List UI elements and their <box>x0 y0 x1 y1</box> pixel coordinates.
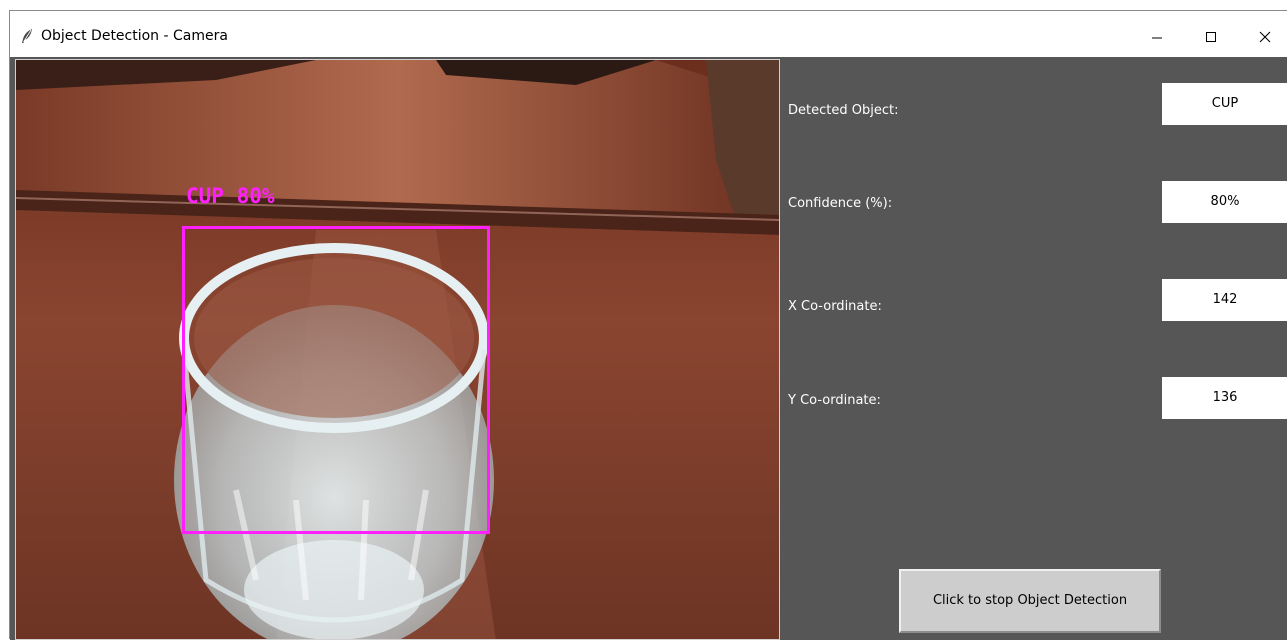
detection-overlay-label: CUP 80% <box>186 184 275 208</box>
feather-icon <box>22 29 32 43</box>
camera-feed: CUP 80% <box>15 59 780 640</box>
close-icon <box>1259 31 1271 43</box>
confidence-value: 80% <box>1162 181 1287 223</box>
stop-detection-button[interactable]: Click to stop Object Detection <box>899 569 1161 633</box>
close-button[interactable] <box>1242 21 1287 53</box>
title-bar[interactable]: Object Detection - Camera <box>10 11 1287 57</box>
app-window: Object Detection - Camera CUP 80% Detect… <box>9 10 1287 640</box>
confidence-label: Confidence (%): <box>788 196 893 211</box>
y-coordinate-value: 136 <box>1162 377 1287 419</box>
main-panel: CUP 80% Detected Object: CUP Confidence … <box>10 57 1287 640</box>
maximize-button[interactable] <box>1188 21 1234 53</box>
minimize-icon <box>1152 37 1162 39</box>
minimize-button[interactable] <box>1134 21 1180 53</box>
x-coordinate-value: 142 <box>1162 279 1287 321</box>
window-title: Object Detection - Camera <box>41 28 228 44</box>
detection-bounding-box <box>182 226 490 534</box>
detected-object-label: Detected Object: <box>788 103 899 118</box>
y-coordinate-label: Y Co-ordinate: <box>788 393 881 408</box>
detected-object-value: CUP <box>1162 83 1287 125</box>
maximize-icon <box>1206 32 1216 42</box>
x-coordinate-label: X Co-ordinate: <box>788 299 882 314</box>
